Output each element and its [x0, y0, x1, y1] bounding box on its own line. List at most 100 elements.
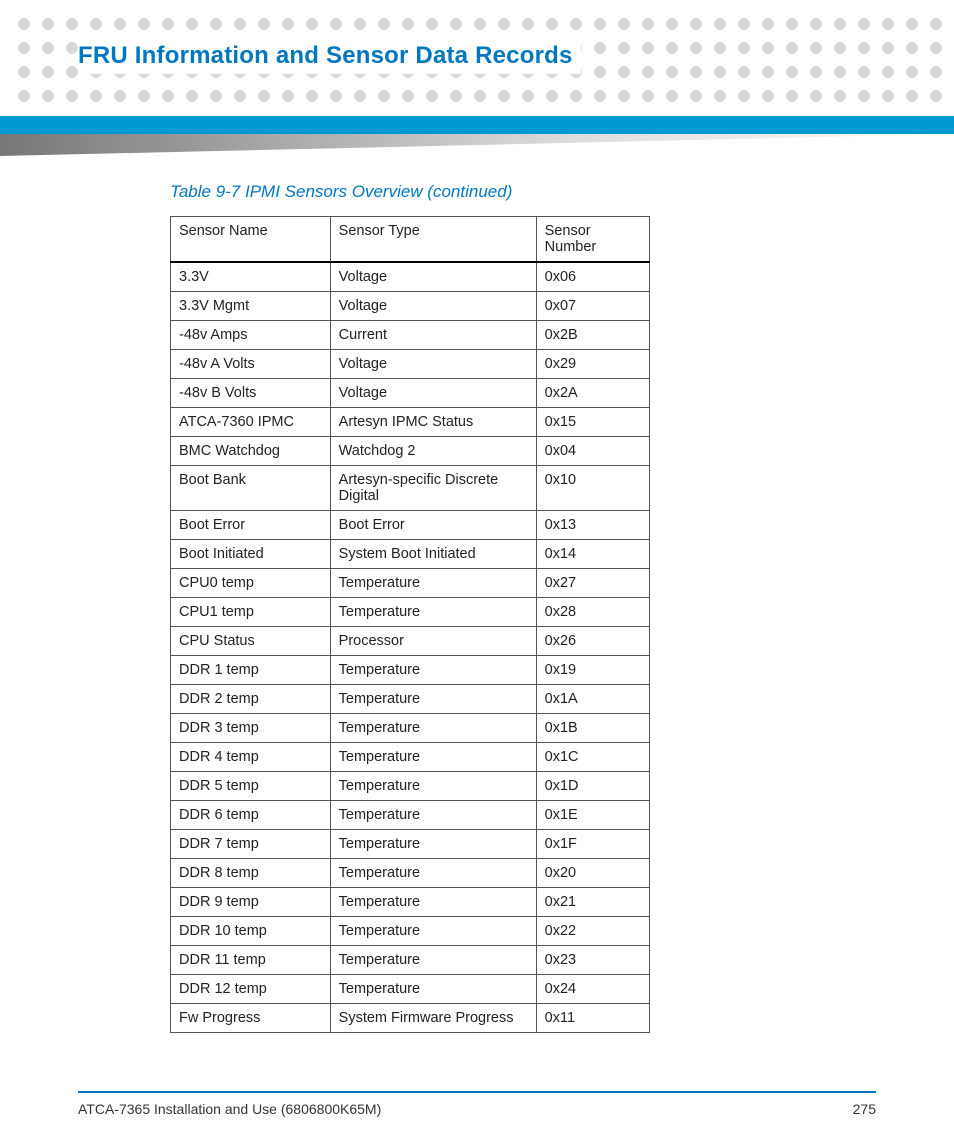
cell-sensor-number: 0x22: [536, 917, 649, 946]
cell-sensor-number: 0x15: [536, 408, 649, 437]
cell-sensor-number: 0x29: [536, 350, 649, 379]
table-row: DDR 2 tempTemperature0x1A: [171, 685, 650, 714]
table-row: DDR 5 tempTemperature0x1D: [171, 772, 650, 801]
cell-sensor-name: DDR 11 temp: [171, 946, 331, 975]
cell-sensor-type: Temperature: [330, 917, 536, 946]
header-wedge: [0, 134, 954, 156]
cell-sensor-name: DDR 9 temp: [171, 888, 331, 917]
table-row: CPU1 tempTemperature0x28: [171, 598, 650, 627]
cell-sensor-number: 0x2B: [536, 321, 649, 350]
cell-sensor-number: 0x27: [536, 569, 649, 598]
cell-sensor-number: 0x1D: [536, 772, 649, 801]
cell-sensor-type: Temperature: [330, 946, 536, 975]
cell-sensor-number: 0x10: [536, 466, 649, 511]
cell-sensor-type: System Firmware Progress: [330, 1004, 536, 1033]
table-row: ATCA-7360 IPMCArtesyn IPMC Status0x15: [171, 408, 650, 437]
cell-sensor-type: Voltage: [330, 350, 536, 379]
footer-page-number: 275: [853, 1101, 876, 1117]
table-row: DDR 9 tempTemperature0x21: [171, 888, 650, 917]
cell-sensor-type: Temperature: [330, 888, 536, 917]
cell-sensor-number: 0x23: [536, 946, 649, 975]
footer-doc-title: ATCA-7365 Installation and Use (6806800K…: [78, 1101, 381, 1117]
col-header-sensor-number: Sensor Number: [536, 217, 649, 263]
cell-sensor-number: 0x07: [536, 292, 649, 321]
page-footer: ATCA-7365 Installation and Use (6806800K…: [78, 1091, 876, 1117]
cell-sensor-name: BMC Watchdog: [171, 437, 331, 466]
cell-sensor-name: DDR 7 temp: [171, 830, 331, 859]
table-row: DDR 7 tempTemperature0x1F: [171, 830, 650, 859]
cell-sensor-name: DDR 3 temp: [171, 714, 331, 743]
cell-sensor-type: Temperature: [330, 772, 536, 801]
table-row: CPU StatusProcessor0x26: [171, 627, 650, 656]
table-row: DDR 4 tempTemperature0x1C: [171, 743, 650, 772]
cell-sensor-name: DDR 1 temp: [171, 656, 331, 685]
cell-sensor-type: Voltage: [330, 262, 536, 292]
cell-sensor-name: CPU Status: [171, 627, 331, 656]
cell-sensor-number: 0x21: [536, 888, 649, 917]
cell-sensor-number: 0x1C: [536, 743, 649, 772]
cell-sensor-type: Voltage: [330, 379, 536, 408]
table-row: Boot ErrorBoot Error0x13: [171, 511, 650, 540]
cell-sensor-number: 0x20: [536, 859, 649, 888]
cell-sensor-type: Current: [330, 321, 536, 350]
header-blue-bar: [0, 116, 954, 134]
page-title: FRU Information and Sensor Data Records: [78, 42, 581, 74]
cell-sensor-name: 3.3V Mgmt: [171, 292, 331, 321]
cell-sensor-type: Artesyn IPMC Status: [330, 408, 536, 437]
cell-sensor-name: Fw Progress: [171, 1004, 331, 1033]
table-header-row: Sensor Name Sensor Type Sensor Number: [171, 217, 650, 263]
cell-sensor-number: 0x1E: [536, 801, 649, 830]
table-row: DDR 11 tempTemperature0x23: [171, 946, 650, 975]
table-row: DDR 6 tempTemperature0x1E: [171, 801, 650, 830]
table-row: BMC WatchdogWatchdog 20x04: [171, 437, 650, 466]
cell-sensor-number: 0x1F: [536, 830, 649, 859]
cell-sensor-name: 3.3V: [171, 262, 331, 292]
col-header-sensor-type: Sensor Type: [330, 217, 536, 263]
table-row: DDR 10 tempTemperature0x22: [171, 917, 650, 946]
table-row: DDR 3 tempTemperature0x1B: [171, 714, 650, 743]
cell-sensor-name: DDR 2 temp: [171, 685, 331, 714]
cell-sensor-type: Temperature: [330, 801, 536, 830]
table-row: DDR 8 tempTemperature0x20: [171, 859, 650, 888]
cell-sensor-name: Boot Error: [171, 511, 331, 540]
cell-sensor-number: 0x04: [536, 437, 649, 466]
cell-sensor-name: -48v A Volts: [171, 350, 331, 379]
table-row: CPU0 tempTemperature0x27: [171, 569, 650, 598]
cell-sensor-name: Boot Bank: [171, 466, 331, 511]
cell-sensor-name: DDR 8 temp: [171, 859, 331, 888]
cell-sensor-number: 0x11: [536, 1004, 649, 1033]
cell-sensor-type: Artesyn-specific Discrete Digital: [330, 466, 536, 511]
cell-sensor-name: DDR 5 temp: [171, 772, 331, 801]
cell-sensor-name: DDR 10 temp: [171, 917, 331, 946]
table-row: -48v AmpsCurrent0x2B: [171, 321, 650, 350]
cell-sensor-type: Boot Error: [330, 511, 536, 540]
cell-sensor-name: ATCA-7360 IPMC: [171, 408, 331, 437]
table-row: Fw ProgressSystem Firmware Progress0x11: [171, 1004, 650, 1033]
cell-sensor-type: Temperature: [330, 598, 536, 627]
cell-sensor-number: 0x13: [536, 511, 649, 540]
table-row: Boot BankArtesyn-specific Discrete Digit…: [171, 466, 650, 511]
cell-sensor-type: Temperature: [330, 714, 536, 743]
cell-sensor-name: CPU1 temp: [171, 598, 331, 627]
cell-sensor-type: Temperature: [330, 975, 536, 1004]
cell-sensor-type: System Boot Initiated: [330, 540, 536, 569]
cell-sensor-type: Temperature: [330, 830, 536, 859]
cell-sensor-number: 0x2A: [536, 379, 649, 408]
cell-sensor-number: 0x24: [536, 975, 649, 1004]
cell-sensor-number: 0x1B: [536, 714, 649, 743]
cell-sensor-number: 0x19: [536, 656, 649, 685]
table-row: -48v A VoltsVoltage0x29: [171, 350, 650, 379]
cell-sensor-type: Watchdog 2: [330, 437, 536, 466]
cell-sensor-number: 0x1A: [536, 685, 649, 714]
sensors-table: Sensor Name Sensor Type Sensor Number 3.…: [170, 216, 650, 1033]
table-row: DDR 1 tempTemperature0x19: [171, 656, 650, 685]
table-row: 3.3VVoltage0x06: [171, 262, 650, 292]
cell-sensor-name: DDR 12 temp: [171, 975, 331, 1004]
col-header-sensor-name: Sensor Name: [171, 217, 331, 263]
cell-sensor-number: 0x26: [536, 627, 649, 656]
cell-sensor-number: 0x06: [536, 262, 649, 292]
cell-sensor-type: Temperature: [330, 743, 536, 772]
cell-sensor-type: Temperature: [330, 685, 536, 714]
table-row: Boot InitiatedSystem Boot Initiated0x14: [171, 540, 650, 569]
cell-sensor-name: Boot Initiated: [171, 540, 331, 569]
